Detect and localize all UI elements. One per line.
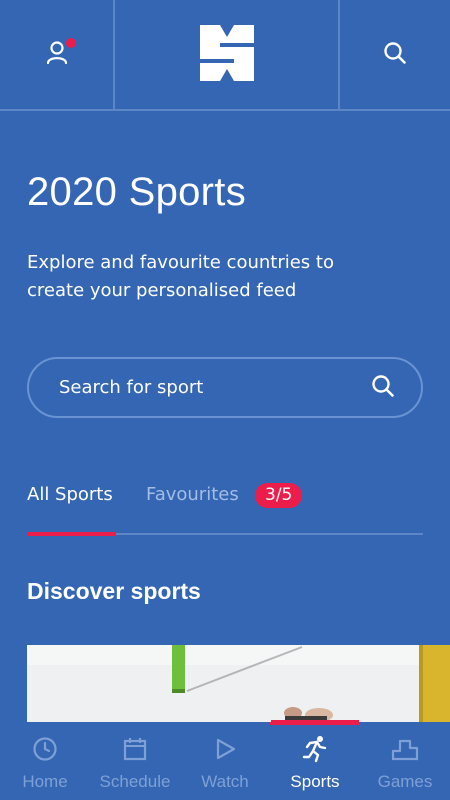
section-title: Discover sports (27, 578, 201, 604)
tab-all-sports[interactable]: All Sports (27, 484, 113, 505)
runner-icon (301, 736, 329, 763)
sport-search-field[interactable]: Search for sport (27, 357, 423, 418)
tab-favourites[interactable]: Favourites (146, 484, 239, 505)
play-icon (212, 736, 238, 762)
bottom-navigation: Home Schedule Watch Sports Games (0, 722, 450, 800)
nav-games-label: Games (377, 772, 433, 791)
nav-sports[interactable]: Sports (270, 722, 360, 800)
profile-button[interactable] (0, 0, 115, 109)
brand-logo[interactable] (115, 0, 338, 109)
nav-watch-label: Watch (201, 772, 249, 791)
clock-icon (32, 736, 58, 762)
nav-watch[interactable]: Watch (180, 722, 270, 800)
nav-games[interactable]: Games (360, 722, 450, 800)
nav-active-indicator (270, 722, 360, 725)
nav-home[interactable]: Home (0, 722, 90, 800)
nav-schedule-label: Schedule (99, 772, 171, 791)
page-title: 2020 Sports (27, 170, 247, 214)
active-tab-indicator (27, 532, 116, 536)
sports-tabs: All Sports Favourites 3/5 (27, 474, 423, 536)
search-icon (371, 374, 395, 402)
notification-dot (66, 38, 76, 48)
search-icon (383, 41, 407, 69)
sport-card-image[interactable] (27, 645, 450, 722)
search-button[interactable] (338, 0, 450, 109)
search-placeholder: Search for sport (59, 377, 204, 398)
top-header (0, 0, 450, 111)
podium-icon (391, 736, 419, 762)
nav-home-label: Home (22, 772, 68, 791)
calendar-icon (122, 736, 148, 762)
brand-logo-icon (198, 23, 256, 87)
page-subtitle: Explore and favourite countries to creat… (27, 252, 334, 301)
person-icon (45, 40, 69, 70)
nav-schedule[interactable]: Schedule (90, 722, 180, 800)
nav-sports-label: Sports (290, 772, 340, 791)
favourites-count-badge: 3/5 (255, 483, 303, 508)
